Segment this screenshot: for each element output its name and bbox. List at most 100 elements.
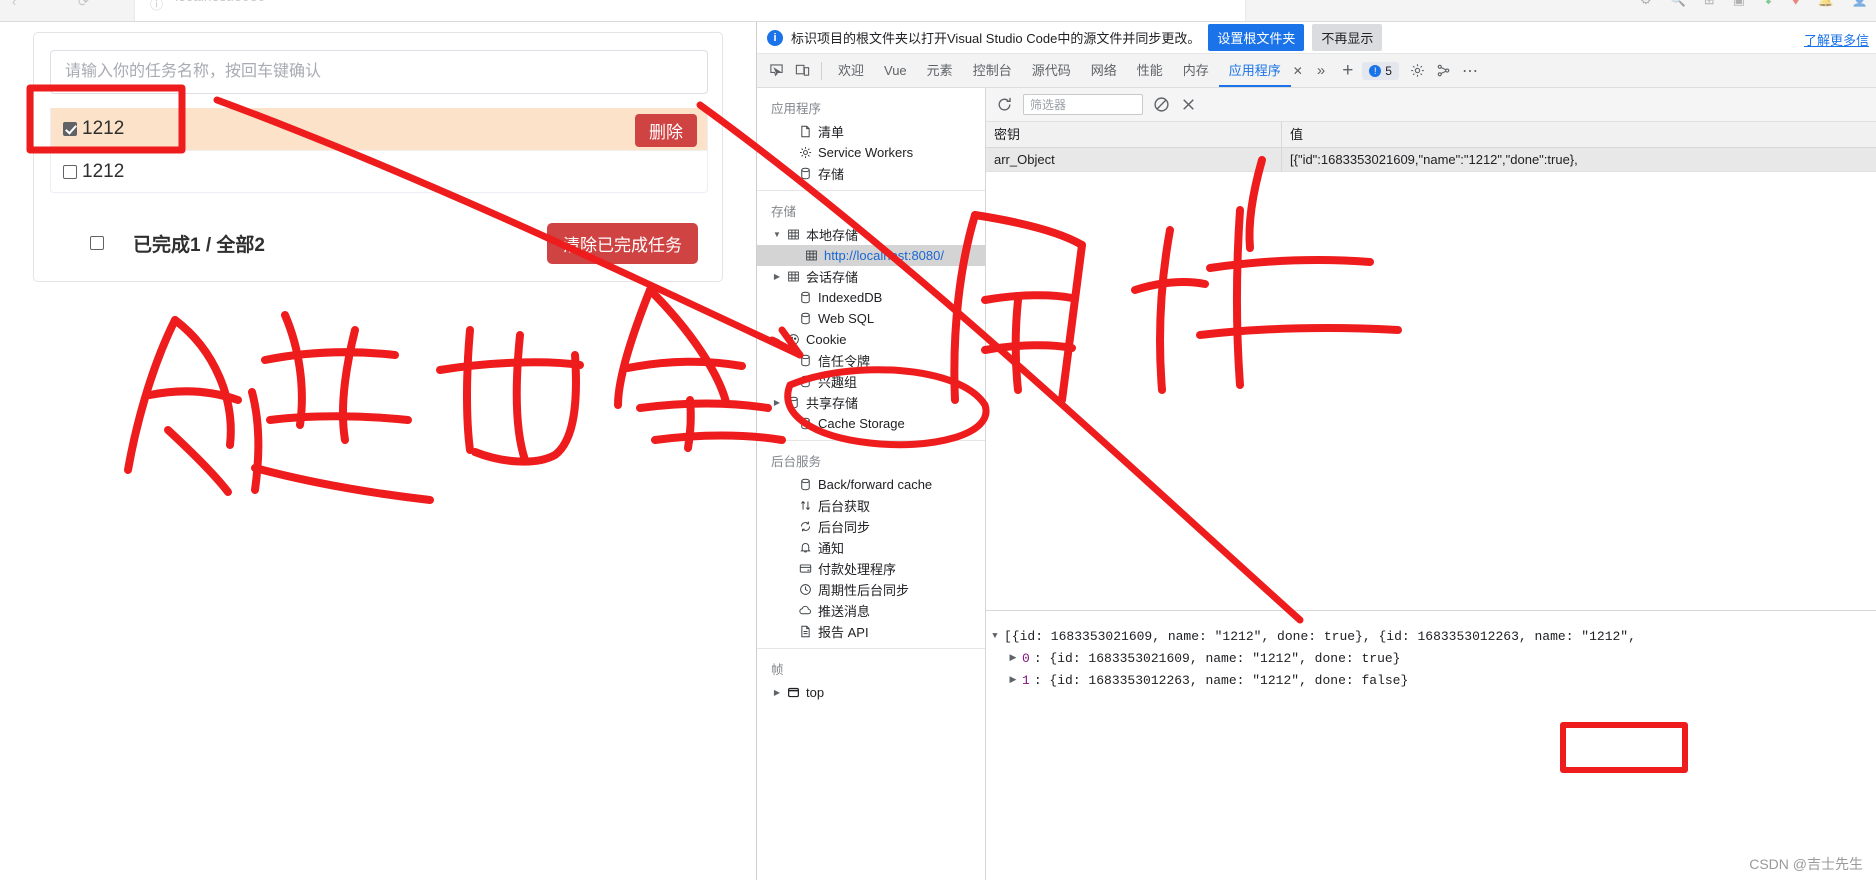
sidebar-item-periodic-background-sync[interactable]: 周期性后台同步 — [757, 579, 985, 600]
storage-table-header: 密钥 值 — [986, 121, 1876, 148]
sidebar-item-trust-tokens[interactable]: 信任令牌 — [757, 350, 985, 371]
expand-arrow-icon[interactable]: ▼ — [986, 631, 1004, 641]
sidebar-item-cookie[interactable]: ▶ Cookie — [757, 329, 985, 350]
todo-checkbox-1[interactable] — [63, 164, 77, 179]
notification-icon[interactable]: 🔔 — [1818, 0, 1834, 8]
console-entry-sep: : — [1033, 650, 1050, 666]
todo-item-1[interactable]: 1212 — [51, 150, 707, 192]
sidebar-item-payment-handler[interactable]: 付款处理程序 — [757, 558, 985, 579]
tab-console[interactable]: 控制台 — [963, 54, 1022, 87]
tab-network[interactable]: 网络 — [1081, 54, 1127, 87]
refresh-icon[interactable] — [996, 96, 1013, 113]
sidebar-item-manifest[interactable]: 清单 — [757, 121, 985, 142]
tab-performance[interactable]: 性能 — [1127, 54, 1173, 87]
group-title-application: 应用程序 — [771, 102, 822, 116]
clear-completed-button[interactable]: 清除已完成任务 — [547, 223, 698, 264]
dont-show-again-button[interactable]: 不再显示 — [1312, 24, 1383, 51]
console-root-line[interactable]: ▼ [{id: 1683353021609, name: "1212", don… — [986, 625, 1876, 647]
tab-memory[interactable]: 内存 — [1173, 54, 1219, 87]
site-info-icon[interactable]: ⓘ — [150, 0, 163, 13]
sidebar-item-frame-top[interactable]: ▶ top — [757, 682, 985, 703]
expand-arrow-icon[interactable]: ▶ — [1004, 653, 1022, 663]
add-tab-icon[interactable]: + — [1333, 60, 1362, 82]
zoom-icon[interactable]: 🔍 — [1670, 0, 1686, 8]
twisty-collapsed-icon[interactable]: ▶ — [771, 688, 783, 697]
sidebar-item-bfcache[interactable]: Back/forward cache — [757, 474, 985, 495]
sidebar-item-session-storage[interactable]: ▶ 会话存储 — [757, 266, 985, 287]
bookmark-icon[interactable]: ♥ — [1792, 0, 1800, 8]
column-header-value[interactable]: 值 — [1282, 122, 1876, 148]
split-icon[interactable]: ⊞ — [1704, 0, 1715, 8]
set-root-folder-button[interactable]: 设置根文件夹 — [1208, 24, 1305, 51]
toggle-all-checkbox[interactable] — [90, 236, 104, 250]
settings-gear-icon[interactable] — [1405, 59, 1431, 83]
device-toolbar-icon[interactable] — [789, 59, 815, 83]
devtools-sidebar-tree[interactable]: 应用程序 清单 Service Workers 存储 存储 ▼ 本地存储 htt… — [757, 88, 986, 880]
sidebar-item-notifications[interactable]: 通知 — [757, 537, 985, 558]
learn-more-link[interactable]: 了解更多信 — [1804, 30, 1869, 49]
label: 周期性后台同步 — [818, 583, 910, 598]
reload-icon[interactable]: ⟳ — [78, 0, 89, 10]
tab-application[interactable]: 应用程序 — [1218, 54, 1291, 87]
tab-elements[interactable]: 元素 — [917, 54, 963, 87]
customize-devtools-icon[interactable] — [1431, 59, 1457, 83]
tab-welcome[interactable]: 欢迎 — [828, 54, 874, 87]
sidebar-item-indexeddb[interactable]: IndexedDB — [757, 287, 985, 308]
report-icon — [795, 625, 815, 638]
sidebar-item-local-storage[interactable]: ▼ 本地存储 — [757, 224, 985, 245]
todo-checkbox-0[interactable] — [63, 122, 77, 136]
todo-item-0[interactable]: 1212 删除 — [51, 108, 707, 150]
address-bar-text[interactable]: localhost:8080 — [175, 0, 265, 4]
tab-sources[interactable]: 源代码 — [1022, 54, 1081, 87]
console-entry-1[interactable]: ▶ 1 : {id: 1683353012263, name: "1212", … — [986, 669, 1876, 691]
sidebar-item-websql[interactable]: Web SQL — [757, 308, 985, 329]
sidebar-item-cache-storage[interactable]: Cache Storage — [757, 413, 985, 434]
extension-icon[interactable]: ⚙ — [1640, 0, 1652, 8]
sidebar-item-localhost-origin[interactable]: http://localhost:8080/ — [757, 245, 985, 266]
twisty-collapsed-icon[interactable]: ▶ — [771, 272, 783, 281]
sidebar-item-service-workers[interactable]: Service Workers — [757, 142, 985, 163]
console-entry-0[interactable]: ▶ 0 : {id: 1683353021609, name: "1212", … — [986, 647, 1876, 669]
clear-all-icon[interactable] — [1153, 96, 1170, 113]
issues-badge[interactable]: ! 5 — [1362, 61, 1399, 80]
info-icon: i — [767, 29, 783, 46]
todo-card: 1212 删除 1212 已完成1 / 全部2 清除已完成任务 — [33, 32, 723, 282]
expand-arrow-icon[interactable]: ▶ — [1004, 675, 1022, 685]
inspect-element-icon[interactable] — [763, 59, 789, 83]
manifest-icon — [795, 125, 815, 138]
column-header-key[interactable]: 密钥 — [986, 121, 1282, 148]
label: 会话存储 — [806, 270, 859, 285]
filter-input[interactable] — [1023, 94, 1143, 115]
sidebar-item-shared-storage[interactable]: ▶ 共享存储 — [757, 392, 985, 413]
tabbar-divider — [821, 61, 822, 80]
sidebar-item-storage[interactable]: 存储 — [757, 163, 985, 184]
label: 通知 — [818, 541, 845, 556]
table-icon — [783, 270, 803, 283]
cell-value: [{"id":1683353021609,"name":"1212","done… — [1290, 152, 1578, 167]
sidebar-item-background-sync[interactable]: 后台同步 — [757, 516, 985, 537]
todo-name-input[interactable] — [50, 50, 708, 94]
delete-selected-icon[interactable] — [1180, 96, 1197, 113]
profile-icon[interactable]: 👤 — [1852, 0, 1868, 8]
sidebar-item-background-fetch[interactable]: 后台获取 — [757, 495, 985, 516]
close-tab-icon[interactable]: ✕ — [1287, 64, 1309, 78]
more-options-icon[interactable]: ⋯ — [1457, 59, 1483, 83]
back-icon[interactable]: ‹ — [12, 0, 16, 9]
cookie-icon — [783, 333, 803, 346]
cloud-icon — [795, 604, 815, 617]
todo-label-1: 1212 — [82, 160, 125, 182]
tab-vue[interactable]: Vue — [874, 54, 917, 87]
download-icon[interactable]: ⬇ — [1763, 0, 1774, 8]
sidebar-item-push-messaging[interactable]: 推送消息 — [757, 600, 985, 621]
browser-tab[interactable] — [135, 0, 1245, 21]
twisty-expanded-icon[interactable]: ▼ — [771, 230, 783, 239]
todo-delete-button-0[interactable]: 删除 — [635, 114, 697, 147]
database-icon — [795, 312, 815, 325]
twisty-collapsed-icon[interactable]: ▶ — [771, 398, 783, 407]
sidebar-item-reporting-api[interactable]: 报告 API — [757, 621, 985, 642]
more-tabs-icon[interactable]: » — [1309, 62, 1333, 79]
table-row[interactable]: arr_Object [{"id":1683353021609,"name":"… — [986, 147, 1876, 172]
twisty-collapsed-icon[interactable]: ▶ — [771, 335, 783, 344]
sidebar-item-interest-groups[interactable]: 兴趣组 — [757, 371, 985, 392]
cast-icon[interactable]: ▣ — [1733, 0, 1745, 8]
